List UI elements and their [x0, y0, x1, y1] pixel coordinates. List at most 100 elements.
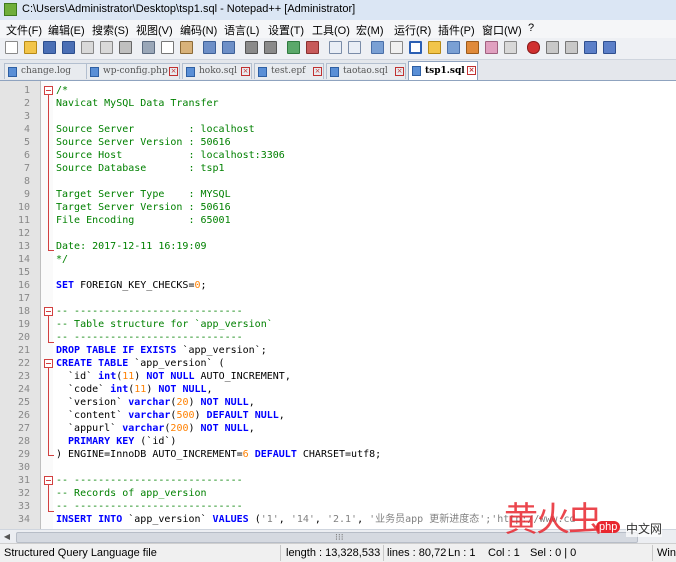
sync-scroll-h-icon[interactable]: [348, 41, 361, 54]
code-line[interactable]: 25 `version` varchar(20) NOT NULL,: [0, 396, 676, 409]
print-icon[interactable]: [119, 41, 132, 54]
code-line[interactable]: 16 SET FOREIGN_KEY_CHECKS=0;: [0, 279, 676, 292]
code-line[interactable]: 12: [0, 227, 676, 240]
tab-tsp1-sql[interactable]: tsp1.sql ×: [408, 61, 478, 80]
code-line[interactable]: 15: [0, 266, 676, 279]
tab-wp-config[interactable]: wp-config.php ×: [86, 63, 180, 79]
code-line[interactable]: 18 -- ----------------------------: [0, 305, 676, 318]
code-line[interactable]: 13 Date: 2017-12-11 16:19:09: [0, 240, 676, 253]
tab-test-epf[interactable]: test.epf ×: [254, 63, 324, 79]
tab-hoko-sql[interactable]: hoko.sql ×: [182, 63, 252, 79]
open-folder-icon[interactable]: [24, 41, 37, 54]
code-line[interactable]: 4 Source Server : localhost: [0, 123, 676, 136]
close-icon[interactable]: [81, 41, 94, 54]
code-line[interactable]: 8: [0, 175, 676, 188]
code-line[interactable]: 23 `id` int(11) NOT NULL AUTO_INCREMENT,: [0, 370, 676, 383]
word-wrap-icon[interactable]: [371, 41, 384, 54]
function-list-icon[interactable]: [466, 41, 479, 54]
tab-taotao-sql[interactable]: taotao.sql ×: [326, 63, 406, 79]
menu-window[interactable]: 窗口(W): [482, 22, 522, 38]
code-line[interactable]: 3: [0, 110, 676, 123]
menu-file[interactable]: 文件(F): [6, 22, 42, 38]
fold-toggle-icon[interactable]: [44, 307, 53, 316]
stop-macro-icon[interactable]: [546, 41, 559, 54]
menu-run[interactable]: 运行(R): [394, 22, 431, 38]
line-number: 3: [23, 111, 30, 122]
replace-icon[interactable]: [264, 41, 277, 54]
tab-close-icon[interactable]: ×: [467, 66, 476, 75]
code-line[interactable]: 11 File Encoding : 65001: [0, 214, 676, 227]
menu-settings[interactable]: 设置(T): [268, 22, 304, 38]
code-line[interactable]: 2 Navicat MySQL Data Transfer: [0, 97, 676, 110]
paste-icon[interactable]: [180, 41, 193, 54]
zoom-out-icon[interactable]: [306, 41, 319, 54]
fold-toggle-icon[interactable]: [44, 476, 53, 485]
tab-close-icon[interactable]: ×: [241, 67, 250, 76]
code-line[interactable]: 17: [0, 292, 676, 305]
menu-macro[interactable]: 宏(M): [356, 22, 384, 38]
code-line[interactable]: 7 Source Database : tsp1: [0, 162, 676, 175]
monitoring-icon[interactable]: [504, 41, 517, 54]
tab-close-icon[interactable]: ×: [395, 67, 404, 76]
sync-scroll-v-icon[interactable]: [329, 41, 342, 54]
menu-language[interactable]: 语言(L): [224, 22, 259, 38]
tab-change-log[interactable]: change.log ×: [4, 63, 98, 79]
undo-icon[interactable]: [203, 41, 216, 54]
menu-plugins[interactable]: 插件(P): [438, 22, 475, 38]
menu-view[interactable]: 视图(V): [136, 22, 173, 38]
play-macro-icon[interactable]: [565, 41, 578, 54]
status-eol[interactable]: Win: [657, 547, 676, 559]
cut-icon[interactable]: [142, 41, 155, 54]
code-line[interactable]: 26 `content` varchar(500) DEFAULT NULL,: [0, 409, 676, 422]
file-icon: [330, 67, 339, 77]
code-line[interactable]: 5 Source Server Version : 50616: [0, 136, 676, 149]
menu-tools[interactable]: 工具(O): [312, 22, 350, 38]
code-line[interactable]: 10 Target Server Version : 50616: [0, 201, 676, 214]
save-macro-icon[interactable]: [603, 41, 616, 54]
folder-as-workspace-icon[interactable]: [485, 41, 498, 54]
code-line[interactable]: 19 -- Table structure for `app_version`: [0, 318, 676, 331]
code-line[interactable]: 29) ENGINE=InnoDB AUTO_INCREMENT=6 DEFAU…: [0, 448, 676, 461]
code-text: File Encoding : 65001: [56, 214, 231, 227]
code-line[interactable]: 21 DROP TABLE IF EXISTS `app_version`;: [0, 344, 676, 357]
run-macro-multiple-icon[interactable]: [584, 41, 597, 54]
code-line[interactable]: 22 CREATE TABLE `app_version` (: [0, 357, 676, 370]
close-all-icon[interactable]: [100, 41, 113, 54]
indent-guide-icon[interactable]: [409, 41, 422, 54]
save-icon[interactable]: [43, 41, 56, 54]
code-line[interactable]: 27 `appurl` varchar(200) NOT NULL,: [0, 422, 676, 435]
code-line[interactable]: 31 -- ----------------------------: [0, 474, 676, 487]
code-line[interactable]: 6 Source Host : localhost:3306: [0, 149, 676, 162]
doc-map-icon[interactable]: [447, 41, 460, 54]
find-icon[interactable]: [245, 41, 258, 54]
menu-edit[interactable]: 编辑(E): [48, 22, 85, 38]
tab-close-icon[interactable]: ×: [313, 67, 322, 76]
copy-icon[interactable]: [161, 41, 174, 54]
notepadpp-app-icon[interactable]: [4, 3, 17, 16]
code-line[interactable]: 20 -- ----------------------------: [0, 331, 676, 344]
language-udl-icon[interactable]: [428, 41, 441, 54]
redo-icon[interactable]: [222, 41, 235, 54]
new-file-icon[interactable]: [5, 41, 18, 54]
menu-help[interactable]: ?: [528, 22, 534, 34]
menu-search[interactable]: 搜索(S): [92, 22, 129, 38]
record-macro-icon[interactable]: [527, 41, 540, 54]
code-token: -- ----------------------------: [56, 501, 243, 512]
fold-toggle-icon[interactable]: [44, 359, 53, 368]
code-line[interactable]: 28 PRIMARY KEY (`id`): [0, 435, 676, 448]
save-all-icon[interactable]: [62, 41, 75, 54]
zoom-in-icon[interactable]: [287, 41, 300, 54]
code-text: Target Server Version : 50616: [56, 201, 231, 214]
code-line[interactable]: 30: [0, 461, 676, 474]
show-all-chars-icon[interactable]: [390, 41, 403, 54]
tab-close-icon[interactable]: ×: [169, 67, 178, 76]
code-line[interactable]: 24 `code` int(11) NOT NULL,: [0, 383, 676, 396]
menu-encoding[interactable]: 编码(N): [180, 22, 217, 38]
scroll-left-icon[interactable]: ◀: [0, 530, 14, 544]
code-editor[interactable]: 1/* 2 Navicat MySQL Data Transfer 3 4 Source …: [0, 81, 676, 529]
code-line[interactable]: 1 /*: [0, 84, 676, 97]
code-text: -- ----------------------------: [56, 305, 243, 318]
code-line[interactable]: 14 */: [0, 253, 676, 266]
fold-toggle-icon[interactable]: [44, 86, 53, 95]
code-line[interactable]: 9 Target Server Type : MYSQL: [0, 188, 676, 201]
